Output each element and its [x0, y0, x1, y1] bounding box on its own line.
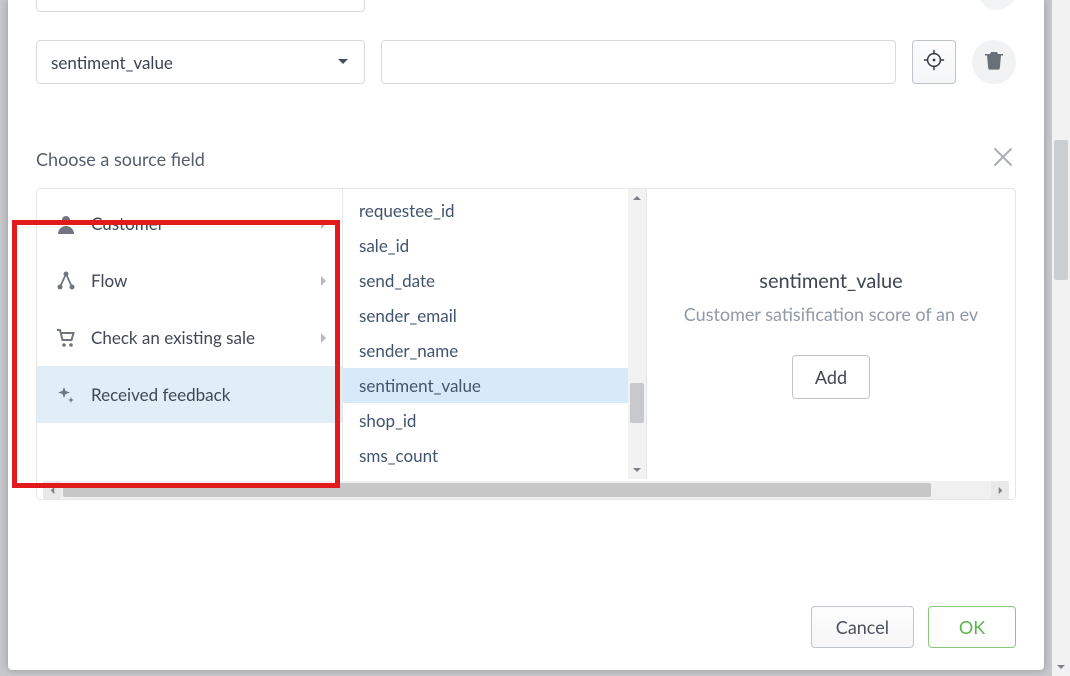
chooser-horizontal-scrollbar[interactable]	[43, 481, 1009, 499]
field-sale-id[interactable]: sale_id	[343, 228, 646, 263]
hscroll-right-arrow[interactable]	[991, 481, 1009, 499]
locate-button[interactable]	[912, 40, 956, 84]
scroll-up-arrow[interactable]	[628, 189, 646, 207]
chevron-right-icon	[320, 270, 332, 291]
chevron-right-icon	[320, 213, 332, 234]
trash-icon	[985, 50, 1003, 74]
close-chooser-button[interactable]	[990, 146, 1016, 172]
mapping-row: sentiment_value	[36, 40, 1016, 84]
scroll-down-arrow[interactable]	[628, 461, 646, 479]
category-label: Received feedback	[91, 384, 332, 405]
field-detail-pane: sentiment_value Customer satisification …	[647, 189, 1015, 479]
category-customer[interactable]: Customer	[37, 195, 342, 252]
field-sms-count[interactable]: sms_count	[343, 438, 646, 473]
previous-dropdown[interactable]	[36, 0, 365, 12]
scroll-track[interactable]	[628, 207, 646, 461]
previous-mapping-row: •• Check an existing sale	[36, 0, 1016, 18]
delete-mapping-button[interactable]	[972, 40, 1016, 84]
page-vertical-scrollbar[interactable]	[1052, 0, 1070, 676]
field-shop-id[interactable]: shop_id	[343, 403, 646, 438]
category-label: Check an existing sale	[91, 327, 306, 348]
field-sender-email[interactable]: sender_email	[343, 298, 646, 333]
category-received-feedback[interactable]: Received feedback	[37, 366, 342, 423]
detail-title: sentiment_value	[663, 269, 999, 293]
field-requestee-id[interactable]: requestee_id	[343, 193, 646, 228]
category-list: Customer Flow Check an existing sale	[37, 189, 342, 429]
field-sentiment-value[interactable]: sentiment_value	[343, 368, 646, 403]
flow-icon	[55, 271, 77, 291]
field-source[interactable]: source	[343, 473, 646, 479]
field-label: requestee_id	[359, 200, 455, 221]
person-icon	[55, 214, 77, 234]
source-field-chooser: Customer Flow Check an existing sale	[36, 188, 1016, 500]
field-label: sender_email	[359, 305, 457, 326]
chevron-down-icon	[336, 55, 350, 69]
field-sender-name[interactable]: sender_name	[343, 333, 646, 368]
hscroll-track[interactable]	[61, 481, 991, 499]
crosshair-icon	[923, 49, 945, 75]
target-field-value: sentiment_value	[51, 52, 173, 73]
field-label: sender_name	[359, 340, 458, 361]
detail-description: Customer satisification score of an ev	[663, 303, 999, 325]
previous-delete-button[interactable]	[978, 0, 1016, 10]
close-icon	[992, 146, 1014, 172]
ok-button[interactable]: OK	[928, 606, 1016, 648]
target-field-dropdown[interactable]: sentiment_value	[36, 40, 365, 84]
field-label: send_date	[359, 270, 435, 291]
field-send-date[interactable]: send_date	[343, 263, 646, 298]
value-input[interactable]	[381, 40, 896, 84]
scrollbar-arrow-down[interactable]	[1052, 658, 1070, 676]
field-list: requestee_id sale_id send_date sender_em…	[343, 189, 646, 479]
field-label: sentiment_value	[359, 375, 481, 396]
hscroll-thumb[interactable]	[63, 483, 931, 497]
chooser-title: Choose a source field	[36, 148, 205, 170]
scroll-thumb[interactable]	[630, 383, 644, 423]
modal-footer: Cancel OK	[8, 588, 1044, 670]
category-label: Customer	[91, 213, 306, 234]
scrollbar-thumb[interactable]	[1054, 140, 1068, 280]
field-list-scrollbar[interactable]	[628, 189, 646, 479]
category-check-existing-sale[interactable]: Check an existing sale	[37, 309, 342, 366]
cancel-button[interactable]: Cancel	[811, 606, 914, 648]
field-label: sms_count	[359, 445, 438, 466]
add-field-button[interactable]: Add	[792, 355, 870, 399]
source-field-modal: •• Check an existing sale sentiment_valu…	[8, 0, 1044, 670]
sparkle-icon	[55, 385, 77, 405]
field-label: shop_id	[359, 410, 416, 431]
field-label: sale_id	[359, 235, 409, 256]
category-label: Flow	[91, 270, 306, 291]
cart-icon	[55, 328, 77, 348]
hscroll-left-arrow[interactable]	[43, 481, 61, 499]
category-flow[interactable]: Flow	[37, 252, 342, 309]
chevron-right-icon	[320, 327, 332, 348]
